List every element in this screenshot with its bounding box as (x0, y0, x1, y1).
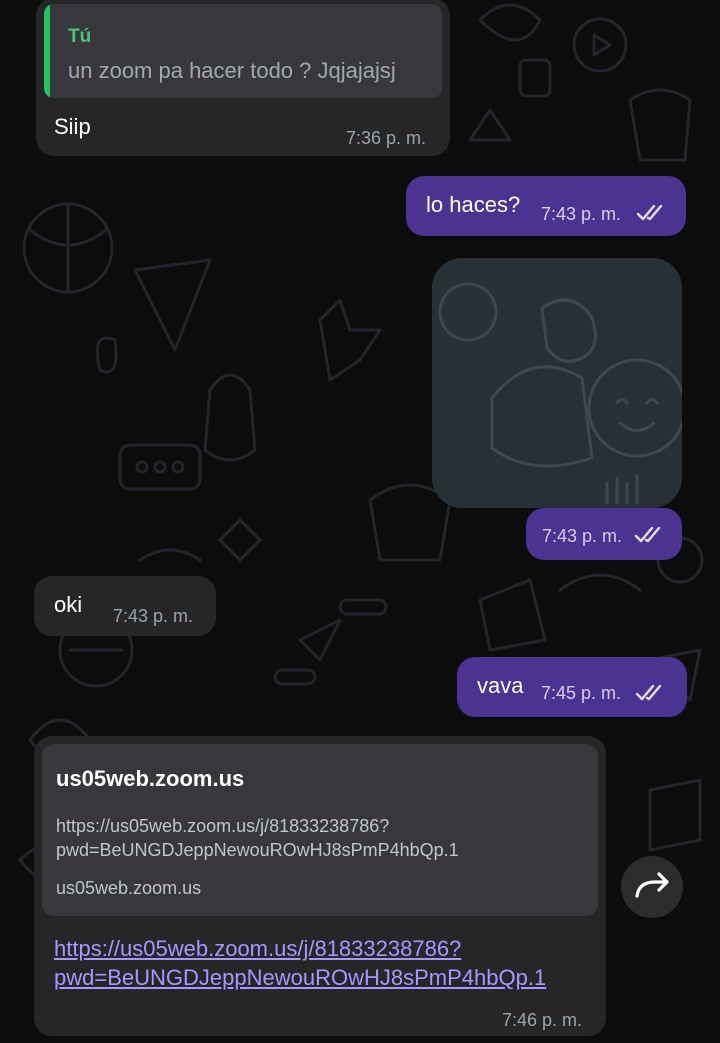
message-text: lo haces? (426, 192, 521, 217)
forward-arrow-icon (635, 872, 669, 898)
message-text: oki (54, 592, 83, 617)
message-time: 7:36 p. m. (346, 128, 427, 148)
quote-accent-bar (44, 4, 50, 98)
sticker-image[interactable] (432, 258, 682, 508)
message-text: Siip (54, 114, 91, 139)
link-preview-card[interactable]: us05web.zoom.us https://us05web.zoom.us/… (42, 744, 598, 916)
message-incoming-link[interactable]: us05web.zoom.us https://us05web.zoom.us/… (34, 736, 606, 1036)
message-time: 7:45 p. m. (541, 683, 622, 703)
double-check-icon (634, 526, 661, 543)
message-text: vava (477, 673, 524, 698)
message-outgoing-vava[interactable]: vava 7:45 p. m. (457, 657, 687, 717)
message-outgoing-sticker-time[interactable]: 7:43 p. m. (526, 508, 682, 560)
message-link[interactable]: https://us05web.zoom.us/j/81833238786?pw… (54, 934, 594, 992)
message-time: 7:46 p. m. (502, 1010, 583, 1030)
double-check-icon (635, 684, 662, 701)
quoted-message[interactable]: Tú un zoom pa hacer todo ? Jqjajajsj (44, 4, 442, 98)
forward-button[interactable] (621, 856, 683, 918)
quote-author: Tú (68, 26, 92, 47)
link-preview-description: https://us05web.zoom.us/j/81833238786?pw… (56, 816, 459, 860)
link-preview-title: us05web.zoom.us (56, 766, 245, 791)
message-outgoing-lo-haces[interactable]: lo haces? 7:43 p. m. (406, 176, 686, 236)
message-incoming-reply[interactable]: Tú un zoom pa hacer todo ? Jqjajajsj Sii… (36, 0, 450, 156)
message-time: 7:43 p. m. (541, 204, 622, 224)
link-preview-domain: us05web.zoom.us (56, 878, 202, 898)
message-incoming-oki[interactable]: oki 7:43 p. m. (34, 576, 216, 636)
double-check-icon (636, 204, 663, 221)
message-time: 7:43 p. m. (542, 526, 623, 546)
quote-text: un zoom pa hacer todo ? Jqjajajsj (68, 58, 396, 83)
message-time: 7:43 p. m. (113, 606, 194, 626)
